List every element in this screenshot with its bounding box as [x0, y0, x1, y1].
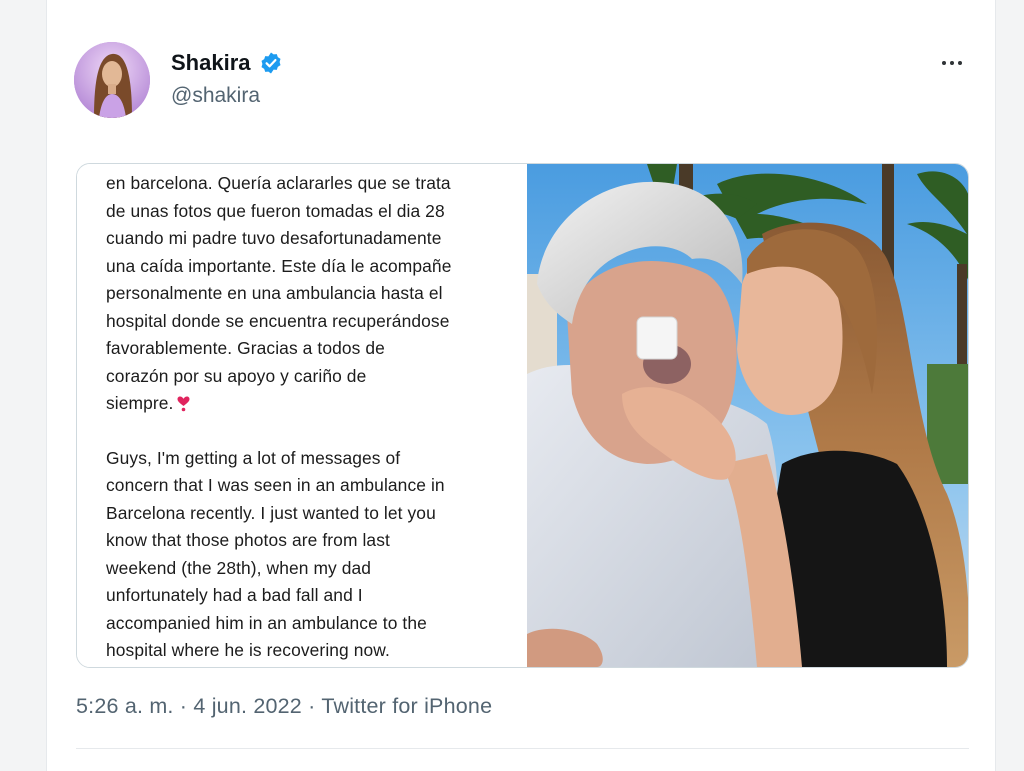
divider — [76, 748, 969, 749]
caption-line-text: Guys, I'm getting a lot of messages of — [106, 447, 401, 468]
caption-line: de unas fotos que fueron tomadas el dia … — [106, 198, 527, 226]
tweet-card: Shakira @shakira en barcelona. Quería ac… — [46, 0, 996, 771]
display-name[interactable]: Shakira — [171, 50, 251, 76]
caption-line: weekend (the 28th), when my dad — [106, 555, 527, 583]
caption-line-text: en barcelona. Quería aclararles que se t… — [106, 173, 451, 193]
caption-line-text: de unas fotos que fueron tomadas el dia … — [106, 200, 445, 221]
caption-line: favorablemente. Gracias a todos de — [106, 335, 527, 363]
caption-line: know that those photos are from last — [106, 527, 527, 555]
caption-line: hospital donde se encuentra recuperándos… — [106, 308, 527, 336]
handle[interactable]: @shakira — [171, 84, 260, 108]
caption-line-text: cuando mi padre tuvo desafortunadamente — [106, 228, 442, 248]
caption-line-text: favorablemente. Gracias a todos de — [106, 338, 385, 358]
caption-line: accompanied him in an ambulance to the — [106, 610, 527, 638]
avatar[interactable] — [74, 42, 150, 118]
tweet-source[interactable]: Twitter for iPhone — [321, 694, 492, 718]
tweet-photo[interactable] — [527, 164, 968, 667]
caption-line-text: weekend (the 28th), when my dad — [106, 557, 372, 578]
caption-line: cuando mi padre tuvo desafortunadamente — [106, 225, 527, 253]
caption-line-text: una caída importante. Este día le acompa… — [106, 255, 452, 276]
tweet-time[interactable]: 5:26 a. m. — [76, 694, 174, 718]
caption-line: Barcelona recently. I just wanted to let… — [106, 500, 527, 528]
caption-line-text: accompanied him in an ambulance to the — [106, 612, 427, 633]
caption-line-text: hospital donde se encuentra recuperándos… — [106, 310, 450, 331]
verified-badge-icon — [261, 52, 281, 74]
caption-line: concern that I was seen in an ambulance … — [106, 472, 527, 500]
caption-line-text: Barcelona recently. I just wanted to let… — [106, 502, 436, 523]
caption-line: siempre. — [106, 390, 527, 418]
tweet-metadata: 5:26 a. m. · 4 jun. 2022 · Twitter for i… — [76, 694, 492, 719]
caption-line: una caída importante. Este día le acompa… — [106, 253, 527, 281]
caption-line: hospital where he is recovering now. — [106, 637, 527, 665]
caption-line: Guys, I'm getting a lot of messages of — [106, 445, 527, 473]
caption-image: en barcelona. Quería aclararles que se t… — [77, 164, 527, 667]
caption-line-text: unfortunately had a bad fall and I — [106, 585, 363, 605]
caption-line: personalmente en una ambulancia hasta el — [106, 280, 527, 308]
caption-line-text: siempre. — [106, 393, 174, 413]
caption-line: unfortunately had a bad fall and I — [106, 582, 527, 610]
meta-separator: · — [179, 694, 188, 718]
caption-line-text: know that those photos are from last — [106, 530, 390, 550]
caption-line-text: concern that I was seen in an ambulance … — [106, 475, 445, 495]
avatar-image — [74, 42, 150, 118]
caption-line-text: hospital where he is recovering now. — [106, 640, 390, 660]
photo-image — [527, 164, 968, 667]
heart-exclamation-icon — [177, 396, 190, 412]
caption-english: Guys, I'm getting a lot of messages of co… — [106, 445, 527, 665]
caption-line-text: corazón por su apoyo y cariño de — [106, 365, 367, 386]
more-options-icon[interactable] — [938, 49, 966, 77]
tweet-media[interactable]: en barcelona. Quería aclararles que se t… — [76, 163, 969, 668]
caption-spanish: en barcelona. Quería aclararles que se t… — [106, 170, 527, 418]
caption-line: en barcelona. Quería aclararles que se t… — [106, 170, 527, 198]
caption-line-text: personalmente en una ambulancia hasta el — [106, 283, 443, 303]
caption-line: corazón por su apoyo y cariño de — [106, 363, 527, 391]
meta-separator: · — [308, 694, 316, 718]
tweet-date[interactable]: 4 jun. 2022 — [193, 694, 302, 718]
